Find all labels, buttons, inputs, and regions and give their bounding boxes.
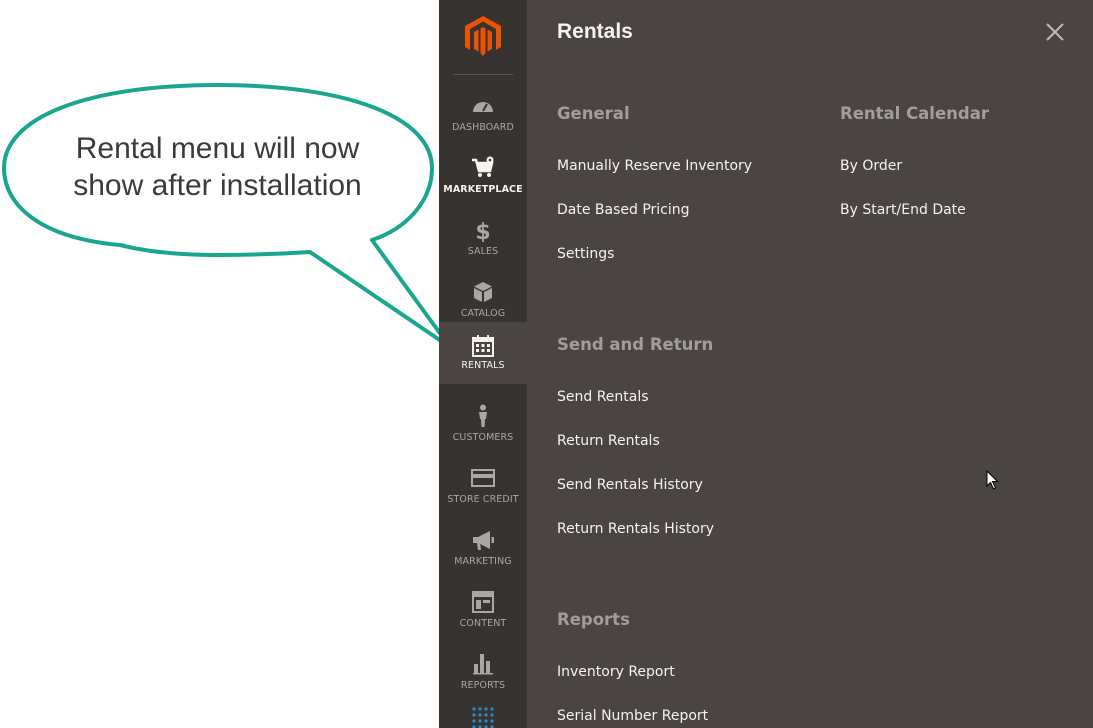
panel-title: Rentals <box>557 20 633 43</box>
dollar-icon: $ <box>475 220 490 242</box>
nav-marketing[interactable]: MARKETING <box>439 518 527 580</box>
megaphone-icon <box>473 531 494 550</box>
svg-text:$: $ <box>475 220 490 242</box>
link-date-based-pricing[interactable]: Date Based Pricing <box>557 202 690 218</box>
section-general-title: General <box>557 104 630 123</box>
link-send-rentals[interactable]: Send Rentals <box>557 389 649 405</box>
nav-dashboard[interactable]: DASHBOARD <box>439 84 527 146</box>
nav-customers[interactable]: CUSTOMERS <box>439 394 527 456</box>
link-return-rentals-history[interactable]: Return Rentals History <box>557 521 714 537</box>
rentals-flyout-panel: Rentals General Manually Reserve Invento… <box>527 0 1093 728</box>
nav-marketing-label: MARKETING <box>454 556 512 567</box>
logo-divider <box>453 74 513 75</box>
section-rental-calendar-title: Rental Calendar <box>840 104 989 123</box>
link-return-rentals[interactable]: Return Rentals <box>557 433 660 449</box>
cart-icon <box>472 156 494 177</box>
nav-store-credit[interactable]: STORE CREDIT <box>439 456 527 518</box>
nav-sales[interactable]: $ SALES <box>439 208 527 270</box>
nav-dashboard-label: DASHBOARD <box>452 122 514 133</box>
nav-rentals[interactable]: RENTALS <box>439 322 527 384</box>
admin-sidebar: DASHBOARD MARKETPLACE $ SALES CATALOG RE… <box>439 0 527 728</box>
calendar-icon <box>472 335 494 357</box>
callout-line-1: Rental menu will now <box>75 132 360 165</box>
nav-marketplace[interactable]: MARKETPLACE <box>439 146 527 208</box>
person-icon <box>479 404 487 427</box>
link-serial-number-report[interactable]: Serial Number Report <box>557 708 708 724</box>
nav-sales-label: SALES <box>467 246 499 257</box>
nav-content[interactable]: CONTENT <box>439 580 527 642</box>
mouse-cursor-icon <box>986 470 999 490</box>
nav-reports-label: REPORTS <box>460 680 506 691</box>
link-by-order[interactable]: By Order <box>840 158 902 174</box>
link-settings[interactable]: Settings <box>557 246 614 262</box>
dots-grid-icon[interactable] <box>471 706 495 728</box>
logo-link[interactable] <box>439 0 527 75</box>
callout-line-2: show after installation <box>73 169 362 202</box>
section-send-and-return-title: Send and Return <box>557 335 714 354</box>
layout-icon <box>472 591 494 613</box>
box-icon <box>474 282 492 302</box>
credit-card-icon <box>471 469 495 487</box>
callout-outline <box>2 83 452 349</box>
nav-reports[interactable]: REPORTS <box>439 642 527 704</box>
nav-marketplace-label: MARKETPLACE <box>443 184 523 195</box>
nav-catalog-label: CATALOG <box>460 308 506 319</box>
link-send-rentals-history[interactable]: Send Rentals History <box>557 477 703 493</box>
magento-logo-icon <box>465 16 501 56</box>
nav-store-credit-label: STORE CREDIT <box>447 494 519 505</box>
section-reports-title: Reports <box>557 610 630 629</box>
link-manually-reserve-inventory[interactable]: Manually Reserve Inventory <box>557 158 752 174</box>
gauge-icon <box>473 102 493 112</box>
link-inventory-report[interactable]: Inventory Report <box>557 664 675 680</box>
nav-customers-label: CUSTOMERS <box>452 432 514 443</box>
close-icon[interactable] <box>1044 21 1066 43</box>
nav-content-label: CONTENT <box>459 618 507 629</box>
bar-chart-icon <box>473 654 493 675</box>
link-by-start-end-date[interactable]: By Start/End Date <box>840 202 966 218</box>
nav-rentals-label: RENTALS <box>461 360 505 371</box>
callout-text: Rental menu will now show after installa… <box>20 130 415 204</box>
speech-callout: Rental menu will now show after installa… <box>0 0 460 360</box>
